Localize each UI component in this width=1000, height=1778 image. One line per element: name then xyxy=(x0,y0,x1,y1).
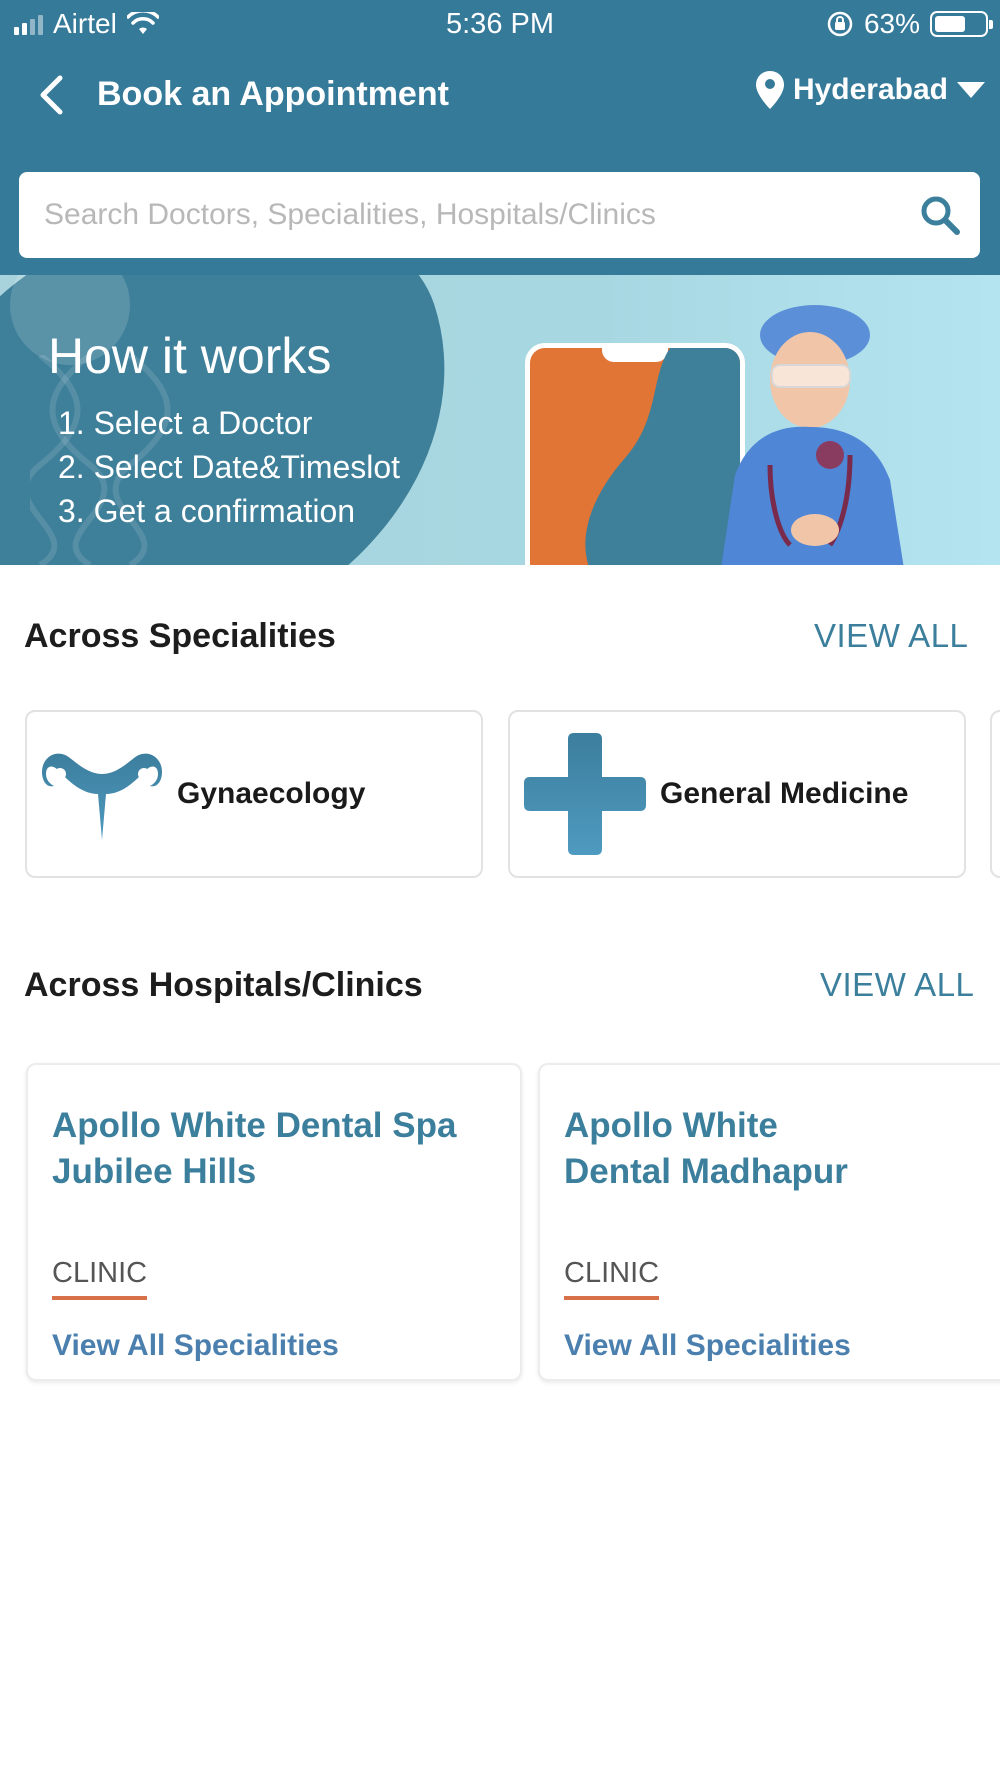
hospital-card[interactable]: Apollo White Dental Spa Jubilee Hills CL… xyxy=(26,1063,522,1381)
speciality-label: General Medicine xyxy=(660,777,909,810)
speciality-card-gynaecology[interactable]: Gynaecology xyxy=(25,710,483,878)
specialities-section-title: Across Specialities xyxy=(24,617,336,655)
step-item: 2. Select Date&Timeslot xyxy=(58,449,401,485)
rotation-lock-icon xyxy=(827,11,853,37)
hospital-name-line: Dental Madhapur xyxy=(564,1152,848,1191)
speciality-label: Gynaecology xyxy=(177,777,366,810)
hospital-name: Apollo White Dental Spa Jubilee Hills xyxy=(52,1103,492,1195)
search-icon xyxy=(921,196,960,235)
facility-type-label: CLINIC xyxy=(52,1257,148,1300)
app-header: Airtel 5:36 PM 63% Book an Appointment H… xyxy=(0,0,1000,275)
search-input[interactable] xyxy=(19,172,900,258)
view-all-specialities-link[interactable]: View All Specialities xyxy=(564,1329,851,1363)
uterus-icon xyxy=(42,753,162,840)
medical-cross-icon xyxy=(524,733,646,855)
status-bar: Airtel 5:36 PM 63% xyxy=(0,0,1000,50)
nav-bar: Book an Appointment Hyderabad xyxy=(0,58,1000,138)
hospitals-view-all-link[interactable]: VIEW ALL xyxy=(820,966,974,1004)
speciality-card-next-peek[interactable] xyxy=(990,710,1000,878)
hospital-name-line: Apollo White xyxy=(564,1106,778,1145)
how-it-works-banner: How it works 1. Select a Doctor 2. Selec… xyxy=(0,275,1000,565)
speciality-card-general-medicine[interactable]: General Medicine xyxy=(508,710,966,878)
steps-list: 1. Select a Doctor 2. Select Date&Timesl… xyxy=(58,401,400,533)
specialities-view-all-link[interactable]: VIEW ALL xyxy=(814,617,968,655)
back-button[interactable] xyxy=(28,72,74,118)
page-title: Book an Appointment xyxy=(97,75,449,113)
search-bar xyxy=(19,172,980,258)
search-button[interactable] xyxy=(900,172,980,258)
banner-title: How it works xyxy=(48,328,332,384)
view-all-specialities-link[interactable]: View All Specialities xyxy=(52,1329,339,1363)
doctor-illustration xyxy=(721,305,904,565)
battery-icon xyxy=(930,11,993,37)
chevron-left-icon xyxy=(40,75,63,115)
hospitals-section-title: Across Hospitals/Clinics xyxy=(24,966,423,1004)
hospital-card[interactable]: Apollo White Dental Madhapur CLINIC View… xyxy=(538,1063,1000,1381)
location-pin-icon xyxy=(755,71,784,109)
step-item: 1. Select a Doctor xyxy=(58,405,313,441)
step-item: 3. Get a confirmation xyxy=(58,493,356,529)
hospital-name-line: Apollo White Dental Spa xyxy=(52,1106,457,1145)
location-selector[interactable]: Hyderabad xyxy=(755,70,986,110)
hospital-name: Apollo White Dental Madhapur xyxy=(564,1103,1000,1195)
battery-percent: 63% xyxy=(863,8,920,39)
facility-type-label: CLINIC xyxy=(564,1257,660,1300)
location-label: Hyderabad xyxy=(792,73,948,106)
hospital-name-line: Jubilee Hills xyxy=(52,1152,257,1191)
caret-down-icon xyxy=(957,82,985,98)
